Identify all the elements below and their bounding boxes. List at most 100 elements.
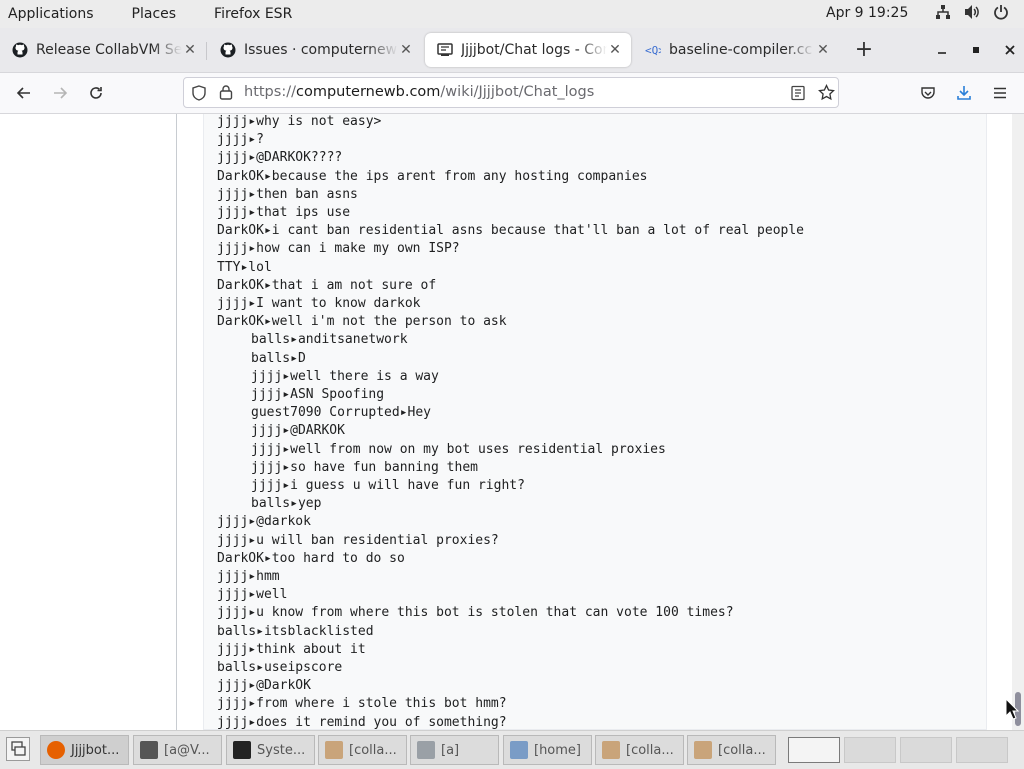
taskbar-window-button[interactable]: Jjjjbot... xyxy=(40,735,129,765)
applications-menu[interactable]: Applications xyxy=(0,6,102,22)
taskbar-window-label: Syste... xyxy=(257,742,306,758)
chat-line: DarkOK▸i cant ban residential asns becau… xyxy=(217,223,804,239)
chat-line: DarkOK▸because the ips arent from any ho… xyxy=(217,168,648,184)
chat-line: balls▸anditsanetwork xyxy=(251,332,408,348)
tab-title: Issues · computernewb xyxy=(244,42,398,58)
places-menu[interactable]: Places xyxy=(124,6,185,22)
tab-title: Jjjjbot/Chat logs - Comp xyxy=(461,42,607,58)
document-icon xyxy=(510,741,528,759)
taskbar-window-label: [a@V... xyxy=(164,742,210,758)
url-scheme: https:// xyxy=(244,84,296,100)
chat-line: jjjj▸how can i make my own ISP? xyxy=(217,241,460,257)
arrow-right-icon xyxy=(54,87,68,99)
workspace-switcher-3[interactable] xyxy=(900,737,952,763)
tab-jjjjbot-chat-logs[interactable]: Jjjjbot/Chat logs - Comp ✕ xyxy=(425,33,631,67)
tab-collabvm-release[interactable]: Release CollabVM Serv ✕ xyxy=(0,33,206,67)
taskbar-window-button[interactable]: [a@V... xyxy=(133,735,222,765)
app-menu[interactable]: Firefox ESR xyxy=(206,6,300,22)
navigation-toolbar: https://computernewb.com/wiki/Jjjjbot/Ch… xyxy=(0,73,1024,114)
code-search-icon: <Q> xyxy=(645,42,661,58)
show-desktop-icon[interactable] xyxy=(6,737,30,761)
bottom-taskbar: Jjjjbot... [a@V... Syste... [colla... [a] [ho… xyxy=(0,730,1024,769)
taskbar-window-button[interactable]: [colla... xyxy=(687,735,776,765)
chat-line: DarkOK▸too hard to do so xyxy=(217,550,405,566)
taskbar-window-label: Jjjjbot... xyxy=(71,742,120,758)
chat-line: jjjj▸from where i stole this bot hmm? xyxy=(217,696,507,712)
address-bar[interactable]: https://computernewb.com/wiki/Jjjjbot/Ch… xyxy=(183,77,839,108)
pocket-icon xyxy=(921,87,935,99)
tracking-protection-icon[interactable] xyxy=(191,85,207,101)
chat-line: jjjj▸@DARKOK xyxy=(251,423,345,439)
github-icon xyxy=(220,42,236,58)
tab-close-button[interactable]: ✕ xyxy=(398,42,414,58)
taskbar-window-button[interactable]: [colla... xyxy=(318,735,407,765)
computer-icon xyxy=(417,741,435,759)
chat-line: jjjj▸@DarkOK xyxy=(217,678,311,694)
taskbar-window-button[interactable]: [colla... xyxy=(595,735,684,765)
url-text[interactable]: https://computernewb.com/wiki/Jjjjbot/Ch… xyxy=(244,84,594,100)
tab-title: Release CollabVM Serv xyxy=(36,42,182,58)
scrollbar-track[interactable] xyxy=(1012,114,1024,730)
app-menu-button[interactable] xyxy=(988,81,1012,105)
reader-view-icon[interactable] xyxy=(790,85,806,101)
chat-line: balls▸useipscore xyxy=(217,660,343,675)
url-path: /wiki/Jjjjbot/Chat_logs xyxy=(440,84,595,100)
taskbar-window-button[interactable]: [a] xyxy=(410,735,499,765)
gnome-top-bar: Applications Places Firefox ESR Apr 9 19… xyxy=(0,0,1024,28)
chat-line: jjjj▸so have fun banning them xyxy=(251,459,478,475)
taskbar-window-label: [home] xyxy=(534,742,581,758)
workspace-switcher-4[interactable] xyxy=(956,737,1008,763)
tab-close-button[interactable]: ✕ xyxy=(607,42,623,58)
minimize-button[interactable] xyxy=(926,36,950,64)
chat-line: jjjj▸hmm xyxy=(217,569,280,584)
taskbar-window-button[interactable]: Syste... xyxy=(226,735,315,765)
chat-line: jjjj▸well from now on my bot uses reside… xyxy=(251,441,666,457)
new-tab-button[interactable]: + xyxy=(852,36,876,64)
downloads-button[interactable] xyxy=(952,81,976,105)
page-content: jjjj▸why is not easy> jjjj▸? jjjj▸@DARKOK?… xyxy=(0,114,1012,730)
chat-line: jjjj▸@darkok xyxy=(217,514,311,530)
forward-button[interactable] xyxy=(48,81,72,105)
tab-close-button[interactable]: ✕ xyxy=(182,42,198,58)
pocket-button[interactable] xyxy=(916,81,940,105)
chat-line: jjjj▸i guess u will have fun right? xyxy=(251,478,525,493)
power-icon[interactable] xyxy=(993,4,1009,20)
chat-line: DarkOK▸well i'm not the person to ask xyxy=(217,314,507,330)
chat-line: jjjj▸@DARKOK???? xyxy=(217,150,343,166)
archive-icon xyxy=(694,741,712,759)
maximize-button[interactable] xyxy=(960,36,984,64)
clock[interactable]: Apr 9 19:25 xyxy=(826,5,908,21)
chat-line: jjjj▸u know from where this bot is stole… xyxy=(217,605,734,621)
chat-line: jjjj▸I want to know darkok xyxy=(217,296,421,311)
arrow-left-icon xyxy=(16,87,30,99)
chat-line: jjjj▸u will ban residential proxies? xyxy=(217,532,499,548)
lock-icon[interactable] xyxy=(219,84,233,100)
volume-icon[interactable] xyxy=(963,4,981,20)
bookmark-star-icon[interactable] xyxy=(818,84,835,101)
chat-line: DarkOK▸that i am not sure of xyxy=(217,277,437,293)
tab-baseline-compiler[interactable]: <Q> baseline-compiler.cc - c ✕ xyxy=(633,33,839,67)
wiki-icon xyxy=(437,42,453,58)
reload-button[interactable] xyxy=(84,81,108,105)
taskbar-window-button[interactable]: [home] xyxy=(503,735,592,765)
chat-log-preformatted-block: jjjj▸why is not easy> jjjj▸? jjjj▸@DARKOK?… xyxy=(203,114,987,730)
network-icon[interactable] xyxy=(935,4,951,20)
chat-line: jjjj▸does it remind you of something? xyxy=(217,714,507,730)
chat-line: balls▸D xyxy=(251,350,306,366)
tab-close-button[interactable]: ✕ xyxy=(815,42,831,58)
tab-separator xyxy=(206,42,207,60)
mouse-pointer-icon xyxy=(1005,697,1020,724)
workspace-switcher-1[interactable] xyxy=(788,737,840,763)
tab-title: baseline-compiler.cc - c xyxy=(669,42,815,58)
taskbar-window-label: [colla... xyxy=(718,742,766,758)
chat-line: TTY▸lol xyxy=(217,259,272,275)
workspace-switcher-2[interactable] xyxy=(844,737,896,763)
close-window-button[interactable] xyxy=(994,36,1018,64)
terminal-icon xyxy=(140,741,158,759)
archive-icon xyxy=(325,741,343,759)
back-button[interactable] xyxy=(12,81,36,105)
tab-github-issues[interactable]: Issues · computernewb ✕ xyxy=(208,33,422,67)
hamburger-menu-icon xyxy=(994,87,1006,99)
chat-line: jjjj▸think about it xyxy=(217,641,366,657)
system-monitor-icon xyxy=(233,741,251,759)
